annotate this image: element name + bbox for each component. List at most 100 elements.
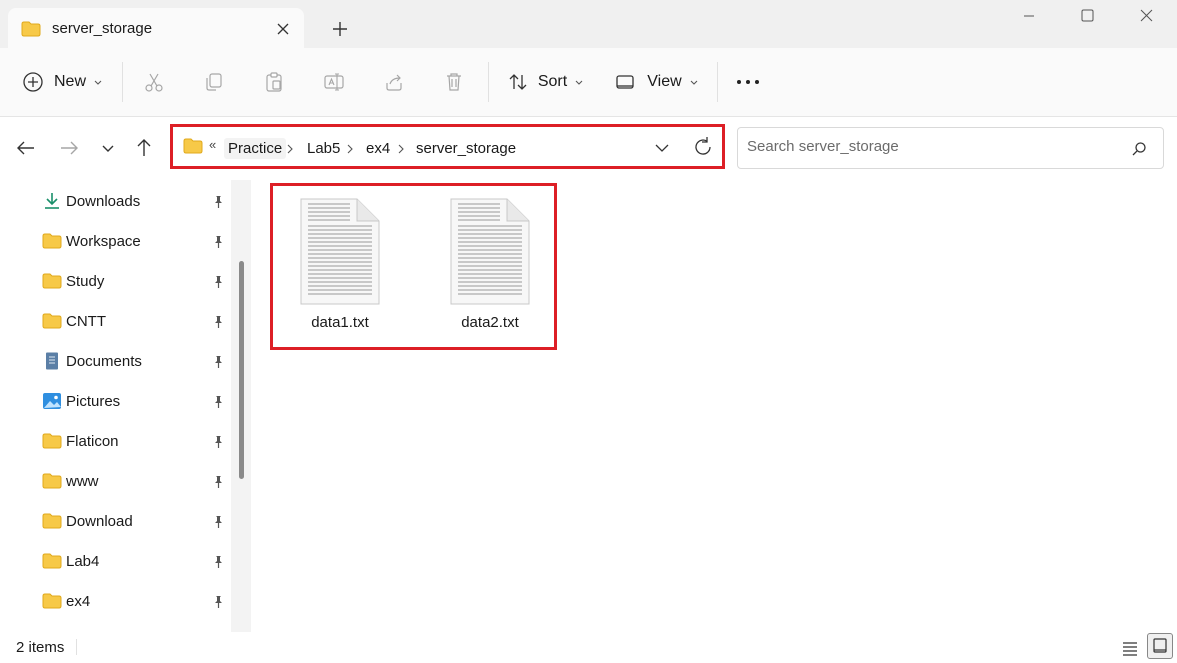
toolbar-divider [488, 62, 489, 102]
toolbar-divider [122, 62, 123, 102]
sidebar-item-label: Flaticon [66, 433, 119, 450]
sidebar-item-label: ex4 [66, 593, 91, 610]
view-icon [616, 75, 634, 89]
more-options-button[interactable] [730, 62, 766, 102]
share-icon [386, 74, 402, 91]
recent-locations-chevron-icon[interactable] [96, 134, 120, 162]
breadcrumb-separator-icon[interactable] [396, 138, 406, 161]
copy-icon [206, 73, 222, 91]
folder-icon [42, 472, 62, 490]
sidebar-item-ex4[interactable]: ex4 [0, 582, 232, 622]
sidebar-item-label: www [66, 473, 99, 490]
back-arrow-icon[interactable] [12, 134, 40, 162]
folder-icon [183, 138, 203, 159]
folder-icon [42, 512, 62, 530]
sidebar-item-label: Pictures [66, 393, 121, 410]
breadcrumb-lab5[interactable]: Lab5 [303, 138, 344, 159]
sidebar-item-label: Study [66, 273, 105, 290]
pin-icon[interactable] [211, 515, 225, 529]
pictures-icon [42, 392, 62, 410]
folder-icon [21, 21, 41, 42]
refresh-icon[interactable] [691, 135, 715, 159]
clipboard-icon [266, 72, 282, 92]
folder-icon [42, 272, 62, 290]
sidebar-item-label: Documents [66, 353, 142, 370]
sidebar-item-label: Downloads [66, 193, 141, 210]
folder-icon [42, 592, 62, 610]
sidebar-item-download[interactable]: Download [0, 502, 232, 542]
window-close-icon[interactable] [1116, 0, 1177, 32]
text-file-icon [300, 198, 380, 311]
pin-icon[interactable] [211, 555, 225, 569]
address-dropdown-icon[interactable] [651, 137, 673, 159]
new-button[interactable]: New [18, 62, 108, 102]
breadcrumb-practice[interactable]: Practice [224, 138, 287, 159]
sidebar-item-pictures[interactable]: Pictures [0, 382, 232, 422]
sidebar-item-workspace[interactable]: Workspace [0, 222, 232, 262]
chevron-down-icon [690, 80, 698, 85]
plus-circle-icon [23, 72, 43, 92]
search-icon[interactable] [1129, 139, 1149, 159]
file-item[interactable]: data2.txt [435, 198, 545, 338]
sidebar-item-www[interactable]: www [0, 462, 232, 502]
sidebar-item-label: Lab4 [66, 553, 100, 570]
sidebar-item-flaticon[interactable]: Flaticon [0, 422, 232, 462]
share-button[interactable] [376, 62, 412, 102]
pin-icon[interactable] [211, 475, 225, 489]
sidebar-item-cntt[interactable]: CNTT [0, 302, 232, 342]
sidebar-item-label: Download [66, 513, 133, 530]
more-icon [737, 80, 759, 84]
search-input[interactable] [747, 138, 1107, 155]
sidebar-item-label: Workspace [66, 233, 141, 250]
tab-title: server_storage [52, 20, 153, 37]
pin-icon[interactable] [211, 275, 225, 289]
maximize-icon[interactable] [1058, 0, 1116, 32]
tab-server-storage[interactable]: server_storage [8, 8, 304, 48]
breadcrumb-overflow[interactable]: « [209, 137, 216, 152]
sidebar-item-lab4[interactable]: Lab4 [0, 542, 232, 582]
toolbar-divider [717, 62, 718, 102]
pin-icon[interactable] [211, 395, 225, 409]
view-button[interactable]: View [612, 62, 702, 102]
search-box[interactable] [737, 127, 1164, 169]
minimize-icon[interactable] [1000, 0, 1058, 32]
sidebar-item-label: CNTT [66, 313, 106, 330]
scrollbar-thumb[interactable] [239, 261, 244, 479]
rename-button[interactable] [316, 62, 352, 102]
cut-button[interactable] [136, 62, 172, 102]
breadcrumb-separator-icon[interactable] [345, 138, 355, 161]
command-bar: New Sort View [0, 48, 1177, 117]
close-tab-icon[interactable] [272, 18, 294, 40]
paste-button[interactable] [256, 62, 292, 102]
pin-icon[interactable] [211, 355, 225, 369]
breadcrumb-ex4[interactable]: ex4 [362, 138, 394, 159]
sidebar-item-documents[interactable]: Documents [0, 342, 232, 382]
sort-button[interactable]: Sort [504, 62, 588, 102]
folder-icon [42, 432, 62, 450]
copy-button[interactable] [196, 62, 232, 102]
pin-icon[interactable] [211, 595, 225, 609]
pin-icon[interactable] [211, 235, 225, 249]
text-file-icon [450, 198, 530, 311]
large-icons-view-icon[interactable] [1147, 633, 1173, 659]
status-bar: 2 items [0, 632, 1177, 661]
new-tab-icon[interactable] [326, 15, 354, 43]
delete-button[interactable] [436, 62, 472, 102]
sidebar-item-study[interactable]: Study [0, 262, 232, 302]
details-view-icon[interactable] [1118, 636, 1142, 658]
breadcrumb-server-storage[interactable]: server_storage [412, 138, 520, 159]
pin-icon[interactable] [211, 315, 225, 329]
forward-arrow-icon[interactable] [55, 134, 83, 162]
pin-icon[interactable] [211, 195, 225, 209]
download-icon [42, 192, 62, 210]
file-item[interactable]: data1.txt [285, 198, 395, 338]
file-name: data2.txt [461, 314, 519, 331]
up-arrow-icon[interactable] [130, 134, 158, 162]
sort-label: Sort [537, 73, 568, 90]
sidebar-item-downloads[interactable]: Downloads [0, 182, 232, 222]
breadcrumb-separator-icon[interactable] [285, 138, 295, 161]
pin-icon[interactable] [211, 435, 225, 449]
documents-icon [42, 352, 62, 370]
chevron-down-icon [94, 80, 102, 85]
address-bar[interactable]: « Practice Lab5 ex4 server_storage [170, 124, 725, 169]
